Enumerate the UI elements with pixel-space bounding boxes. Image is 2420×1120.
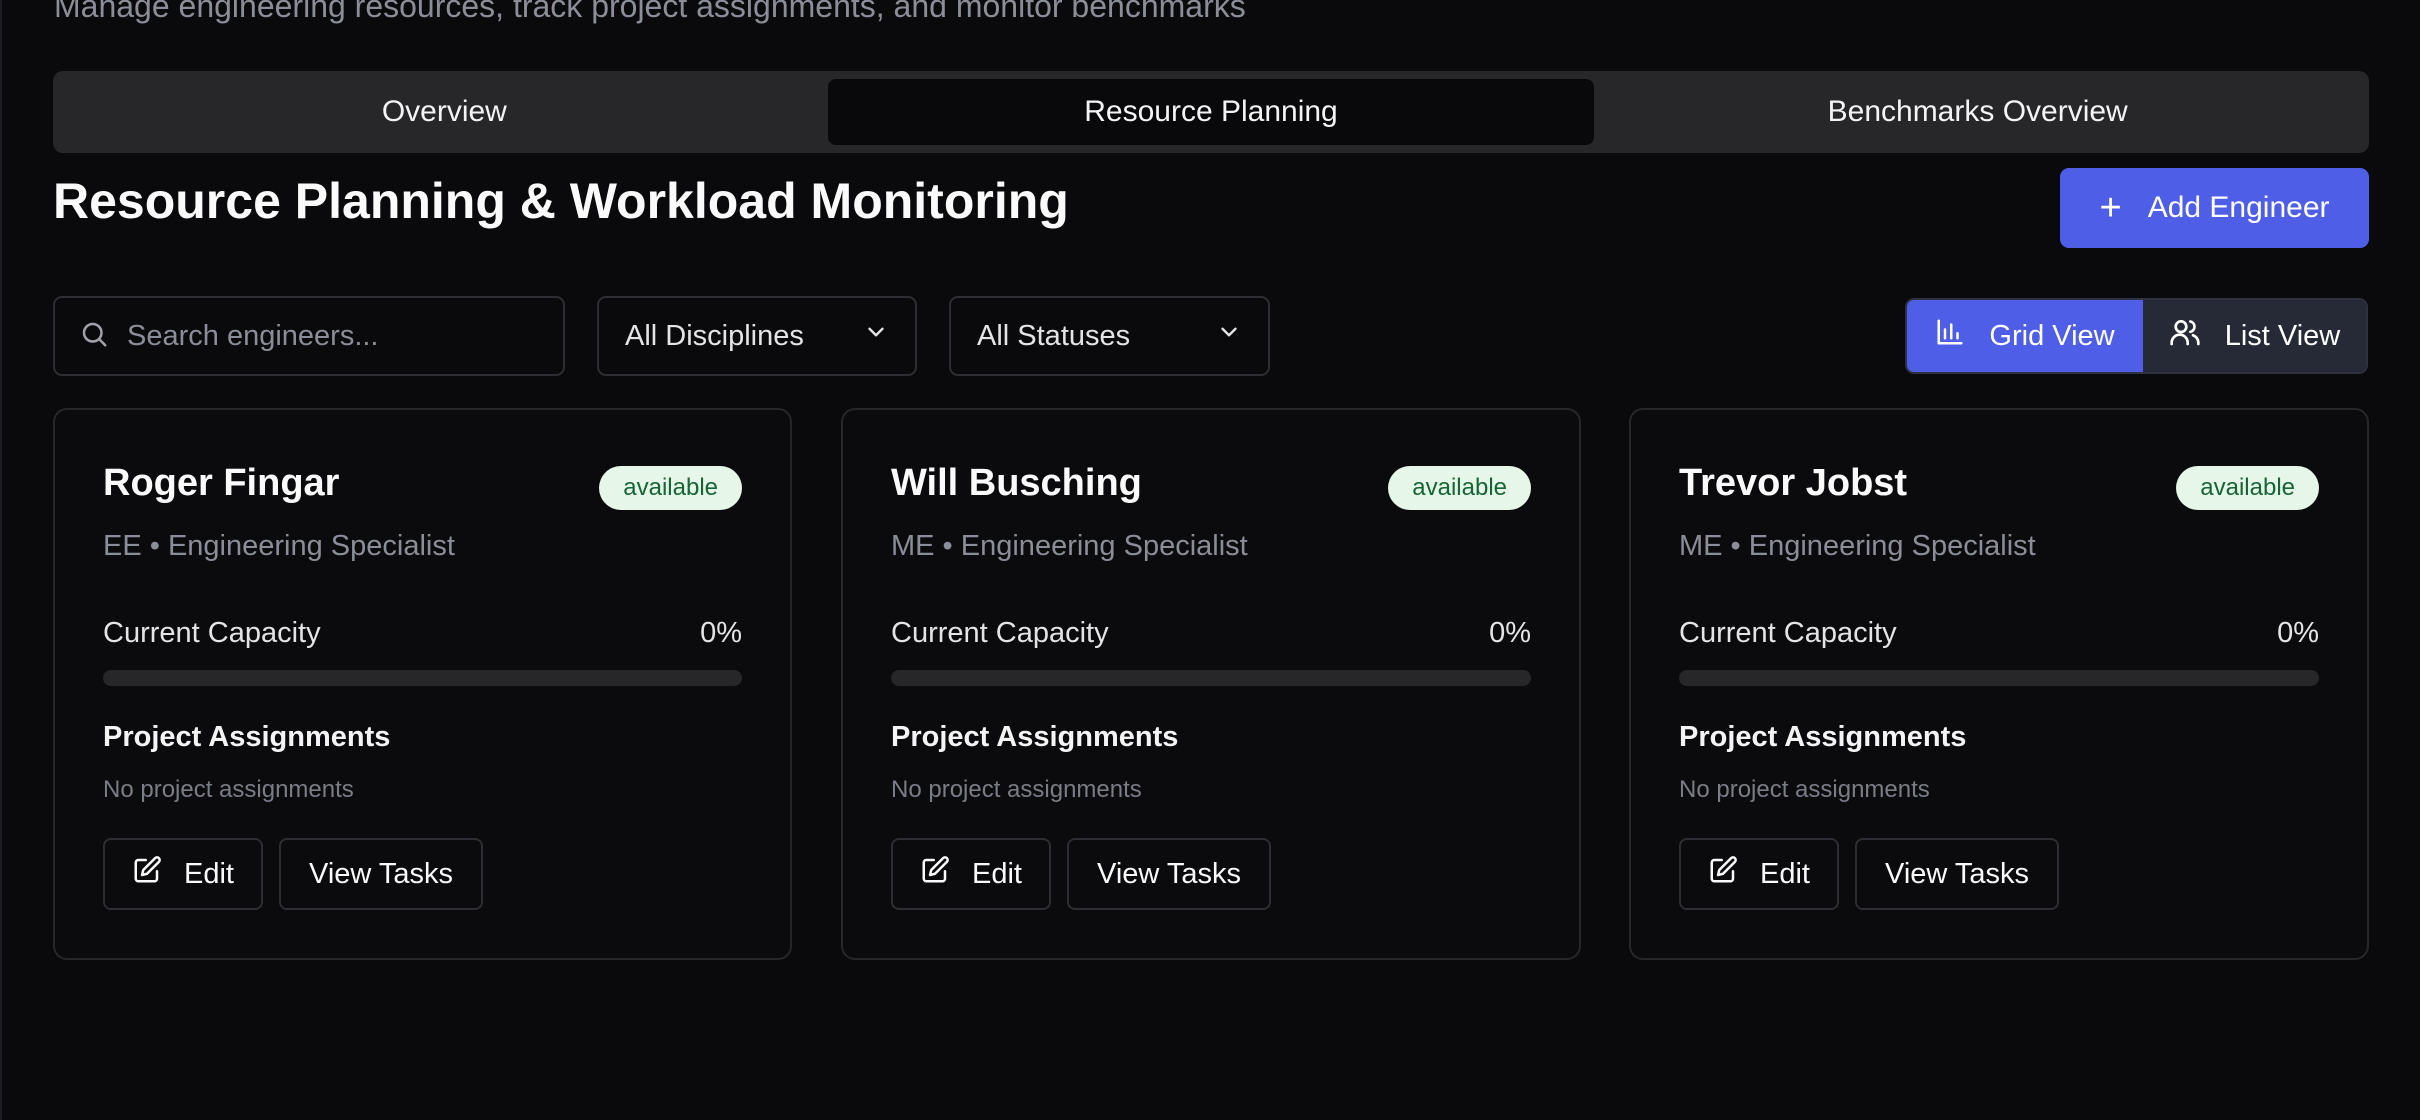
view-toggle: Grid View List View [1905,298,2368,374]
engineer-name: Roger Fingar [103,462,340,504]
assignments-empty-text: No project assignments [103,776,354,803]
assignments-empty-text: No project assignments [891,776,1142,803]
engineer-role: EE • Engineering Specialist [103,530,455,562]
view-tasks-button[interactable]: View Tasks [1067,838,1271,910]
edit-label: Edit [1760,857,1810,890]
capacity-label: Current Capacity [891,617,1109,649]
discipline-select[interactable]: All Disciplines [597,296,917,376]
chevron-down-icon [1216,319,1242,353]
status-select-value: All Statuses [977,319,1131,352]
plus-icon: + [2099,187,2122,229]
list-view-button[interactable]: List View [2143,300,2366,372]
status-badge: available [2176,466,2319,510]
edit-icon [1708,855,1738,893]
engineer-card: Trevor Jobst available ME • Engineering … [1629,408,2369,960]
edit-icon [132,855,162,893]
capacity-value: 0% [2277,617,2319,649]
discipline-select-value: All Disciplines [625,319,804,352]
capacity-value: 0% [1489,617,1531,649]
main-tabs: Overview Resource Planning Benchmarks Ov… [53,71,2369,153]
app-page: Manage engineering resources, track proj… [0,0,2420,1120]
assignments-title: Project Assignments [891,721,1179,753]
status-badge: available [599,466,742,510]
edit-button[interactable]: Edit [103,838,263,910]
capacity-value: 0% [700,617,742,649]
engineer-card: Will Busching available ME • Engineering… [841,408,1581,960]
status-badge: available [1388,466,1531,510]
tab-benchmarks-overview[interactable]: Benchmarks Overview [1594,79,2361,145]
add-engineer-button[interactable]: + Add Engineer [2060,168,2369,248]
engineer-name: Will Busching [891,462,1142,504]
assignments-title: Project Assignments [1679,721,1967,753]
view-tasks-button[interactable]: View Tasks [279,838,483,910]
bar-chart-icon [1935,317,1965,355]
search-icon [79,319,109,354]
edit-label: Edit [972,857,1022,890]
chevron-down-icon [863,319,889,353]
capacity-label: Current Capacity [103,617,321,649]
status-select[interactable]: All Statuses [949,296,1270,376]
edit-button[interactable]: Edit [891,838,1051,910]
assignments-title: Project Assignments [103,721,391,753]
search-box [53,296,565,376]
engineer-role: ME • Engineering Specialist [1679,530,2036,562]
engineer-name: Trevor Jobst [1679,462,1908,504]
view-tasks-button[interactable]: View Tasks [1855,838,2059,910]
list-view-label: List View [2224,319,2341,352]
edit-icon [920,855,950,893]
engineer-role: ME • Engineering Specialist [891,530,1248,562]
add-engineer-label: Add Engineer [2147,191,2330,224]
engineer-card: Roger Fingar available EE • Engineering … [53,408,792,960]
page-subtitle: Manage engineering resources, track proj… [54,0,1246,24]
capacity-progress-bar [1679,670,2319,686]
grid-view-button[interactable]: Grid View [1907,300,2143,372]
capacity-label: Current Capacity [1679,617,1897,649]
grid-view-label: Grid View [1989,319,2115,352]
edit-button[interactable]: Edit [1679,838,1839,910]
assignments-empty-text: No project assignments [1679,776,1930,803]
search-input[interactable] [127,319,527,353]
capacity-progress-bar [891,670,1531,686]
tab-resource-planning[interactable]: Resource Planning [827,79,1595,145]
page-title: Resource Planning & Workload Monitoring [53,173,1069,229]
edit-label: Edit [184,857,234,890]
capacity-progress-bar [103,670,742,686]
users-icon [2169,316,2201,356]
tab-overview[interactable]: Overview [61,79,828,145]
